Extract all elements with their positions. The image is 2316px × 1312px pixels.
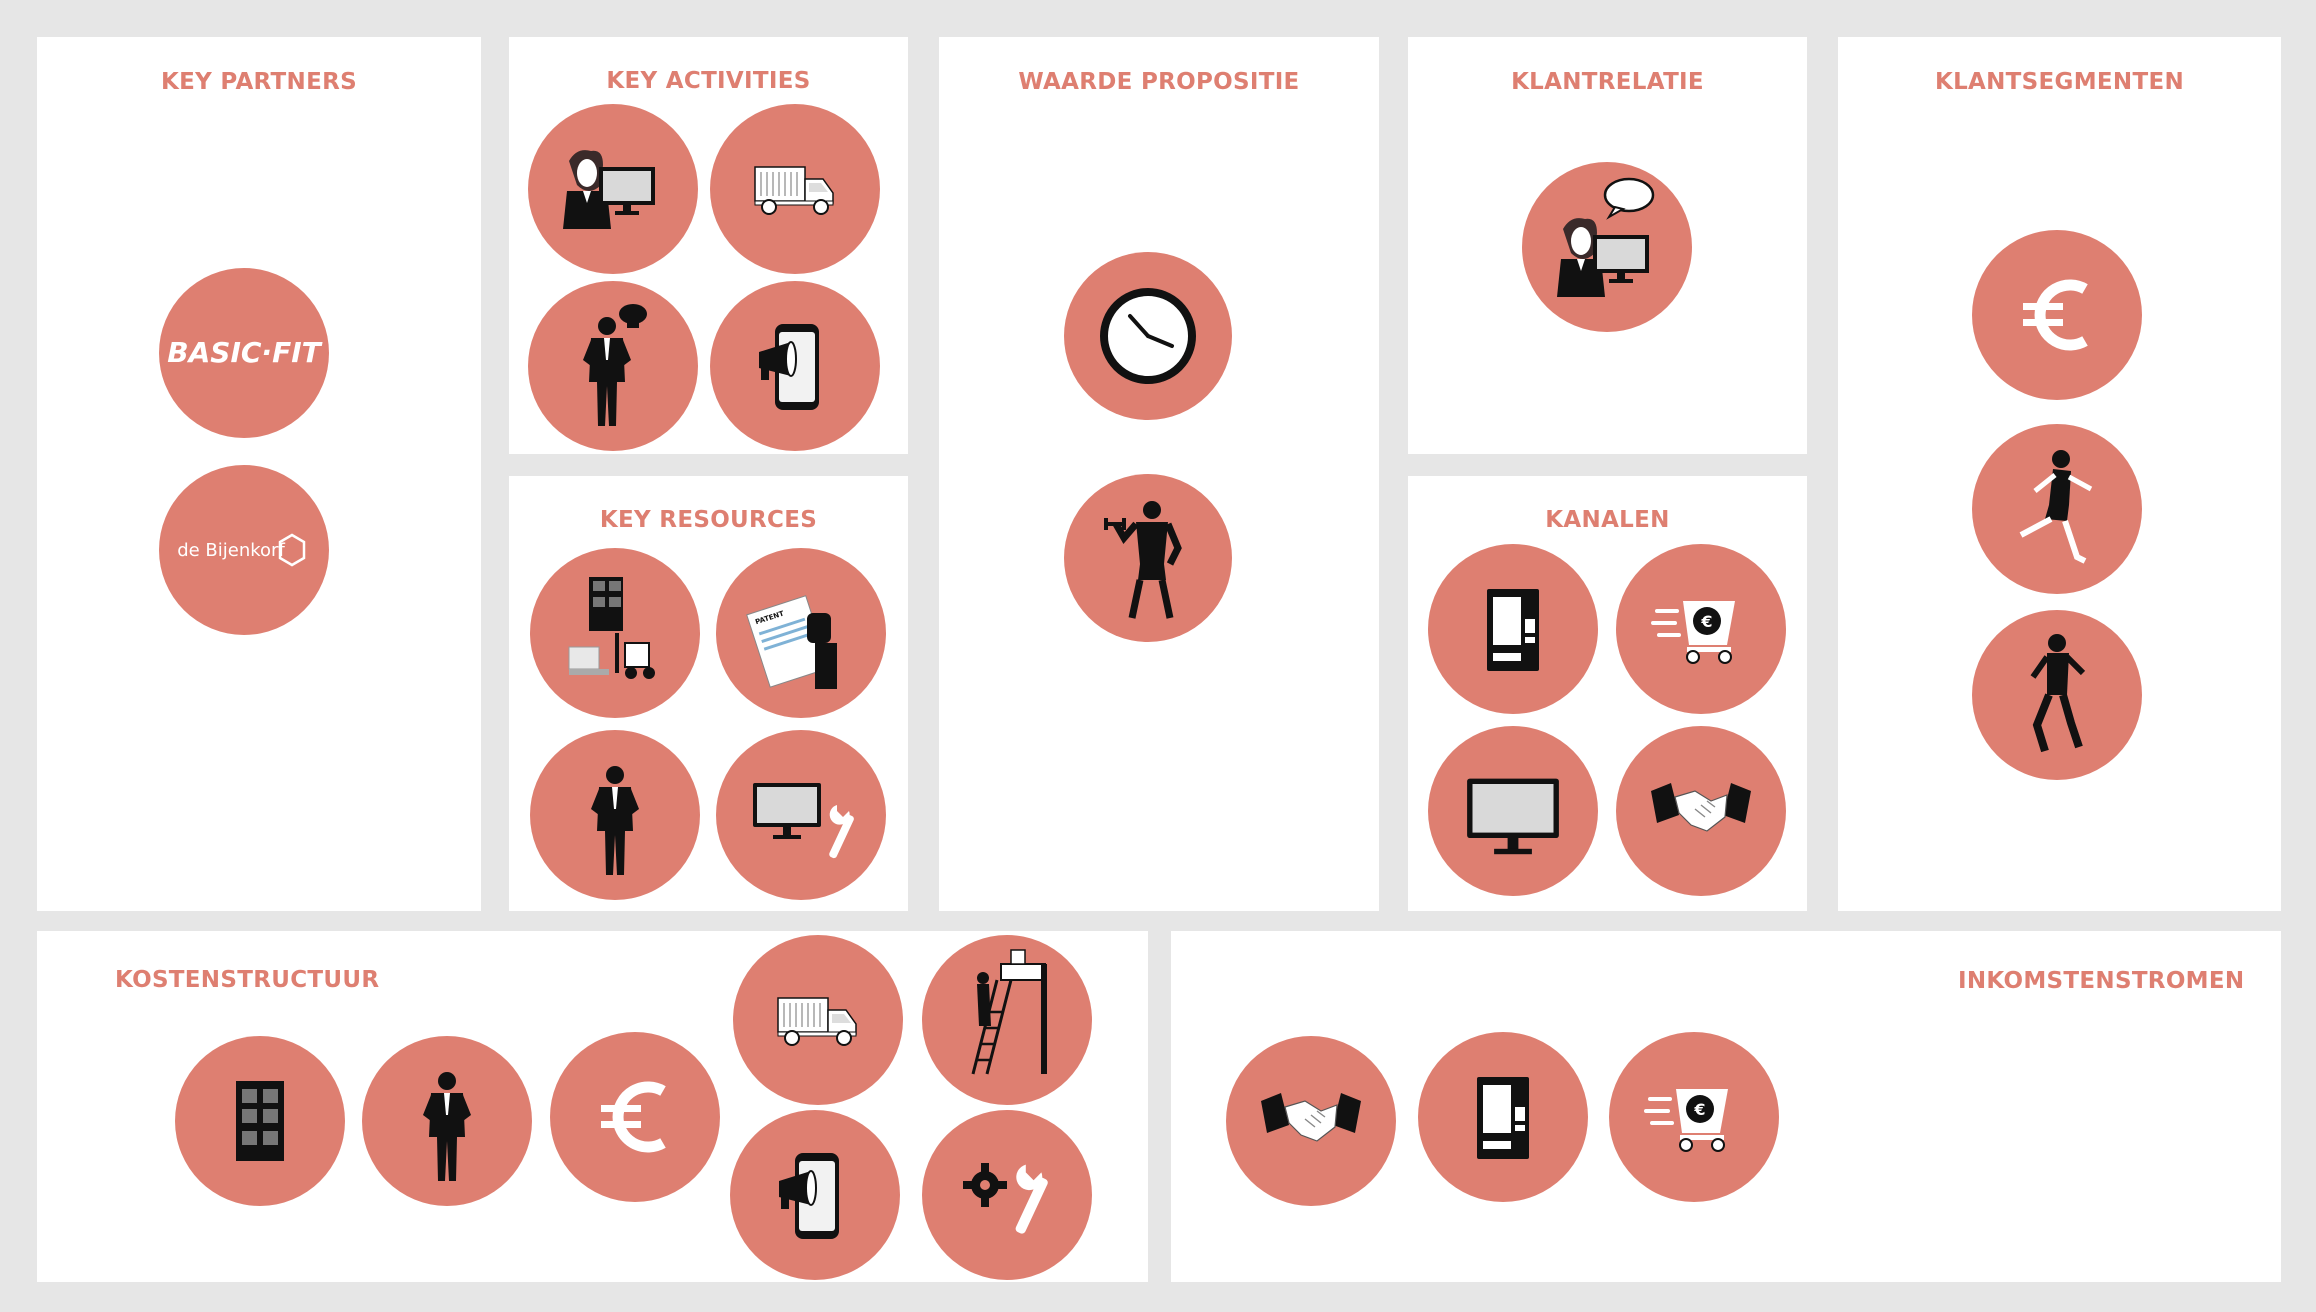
support-agent-icon [528,104,698,274]
patent-document-icon: PATENT [716,548,886,718]
delivery-truck-icon [710,104,880,274]
building-icon [175,1036,345,1206]
euro-icon [550,1032,720,1202]
basic-fit-logo: BASIC·FIT [159,268,329,438]
handshake-icon [1616,726,1786,896]
section-title-customer-segments: KLANTSEGMENTEN [1934,69,2185,95]
phone-megaphone-icon [730,1110,900,1280]
section-title-value-proposition: WAARDE PROPOSITIE [1018,69,1300,95]
section-title-customer-relationships: KLANTRELATIE [1511,69,1704,95]
warehouse-forklift-icon [530,548,700,718]
businessman-icon [362,1036,532,1206]
vending-machine-icon [1418,1032,1588,1202]
runner-man-icon [1972,610,2142,780]
dumbbell-athlete-icon [1064,474,1232,642]
euro-icon [1972,230,2142,400]
delivery-truck-icon [733,935,903,1105]
shopping-cart-euro-icon [1616,544,1786,714]
basic-fit-logo-text: BASIC·FIT [167,336,322,369]
handshake-icon [1226,1036,1396,1206]
section-title-revenue-streams: INKOMSTENSTROMEN [1958,968,2245,994]
section-title-key-resources: KEY RESOURCES [599,507,818,533]
panel-key-partners: KEY PARTNERS BASIC·FIT de Bijenkorf [37,37,481,911]
section-title-channels: KANALEN [1545,507,1670,533]
section-title-key-activities: KEY ACTIVITIES [606,68,811,94]
gear-wrench-icon [922,1110,1092,1280]
bijenkorf-logo: de Bijenkorf [159,465,329,635]
vending-machine-icon [1428,544,1598,714]
chef-icon [528,281,698,451]
section-title-key-partners: KEY PARTNERS [161,69,357,95]
runner-woman-icon [1972,424,2142,594]
section-title-cost-structure: KOSTENSTRUCTUUR [115,967,380,993]
support-agent-chat-icon [1522,162,1692,332]
businessman-icon [530,730,700,900]
monitor-wrench-icon [716,730,886,900]
shopping-cart-euro-icon [1609,1032,1779,1202]
phone-megaphone-icon [710,281,880,451]
worker-ladder-icon [922,935,1092,1105]
monitor-icon [1428,726,1598,896]
bijenkorf-logo-text: de Bijenkorf [177,540,285,561]
clock-icon [1064,252,1232,420]
